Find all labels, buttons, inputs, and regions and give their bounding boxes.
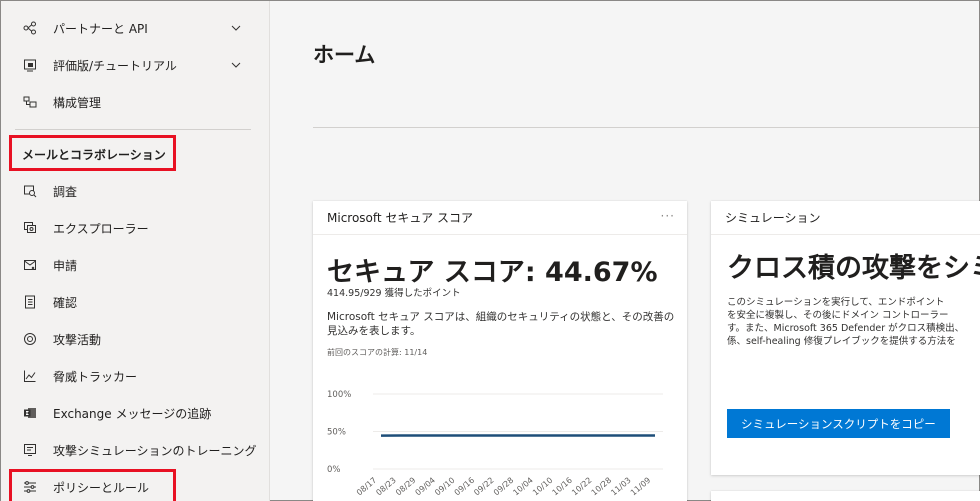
chart-x-tick-label: 10/28: [590, 476, 613, 498]
card-header: Microsoft セキュア スコア: [313, 201, 687, 235]
secure-score-points: 414.95/929 獲得したポイント: [327, 288, 461, 299]
explorer-icon: [23, 221, 37, 235]
card-header-title: シミュレーション: [725, 211, 821, 225]
sidebar-item-investigations[interactable]: 調査: [1, 176, 270, 206]
simulation-card: シミュレーション クロス積の攻撃をシミ このシミュレーションを実行して、エンドポ…: [711, 201, 980, 475]
chart-x-tick-label: 08/29: [394, 476, 417, 498]
sidebar-item-submissions[interactable]: 申請: [1, 250, 270, 280]
configuration-management-icon: [23, 95, 37, 109]
sidebar-item-configuration-management[interactable]: 構成管理: [1, 87, 270, 117]
chart-y-tick-label: 0%: [327, 465, 341, 475]
threat-tracker-icon: [23, 369, 37, 383]
chart-x-tick-label: 09/10: [433, 476, 456, 498]
sidebar-item-trial-tutorial[interactable]: 評価版/チュートリアル: [1, 50, 270, 80]
sidebar-item-campaigns[interactable]: 攻撃活動: [1, 324, 270, 354]
sidebar-item-exchange-message-trace[interactable]: Exchange メッセージの追跡: [1, 398, 270, 428]
secure-score-title: セキュア スコア: 44.67%: [327, 257, 658, 288]
chart-x-tick-label: 09/22: [472, 476, 495, 498]
sidebar-item-label: 評価版/チュートリアル: [53, 58, 177, 73]
chart-x-tick-label: 08/23: [374, 476, 397, 498]
trial-tutorial-icon: [23, 58, 37, 72]
chart-x-tick-label: 10/04: [511, 476, 534, 498]
highlight-box-section: [9, 135, 176, 171]
chart-x-tick-label: 11/03: [609, 476, 632, 498]
sidebar-item-attack-simulation-training[interactable]: 攻撃シミュレーションのトレーニング: [1, 435, 270, 465]
campaigns-icon: [23, 332, 37, 346]
chart-x-tick-label: 09/28: [492, 476, 515, 498]
chart-y-tick-label: 100%: [327, 390, 351, 400]
chart-x-tick-label: 09/16: [453, 476, 476, 498]
sidebar-item-label: 調査: [53, 184, 78, 199]
more-options-icon[interactable]: ···: [661, 209, 675, 223]
chart-x-tick-label: 10/10: [531, 476, 554, 498]
sidebar-item-label: Exchange メッセージの追跡: [53, 406, 212, 421]
secure-score-card: Microsoft セキュア スコア ··· セキュア スコア: 44.67% …: [313, 201, 687, 501]
chevron-down-icon[interactable]: [230, 59, 242, 71]
simulation-description: このシミュレーションを実行して、エンドポイント を安全に複製し、その後にドメイン…: [727, 297, 965, 347]
sidebar-item-review[interactable]: 確認: [1, 287, 270, 317]
exchange-icon: [23, 406, 37, 420]
chart-x-tick-label: 11/09: [629, 476, 652, 498]
copy-simulation-script-button[interactable]: シミュレーションスクリプトをコピー: [727, 409, 950, 438]
secure-score-last-calculated: 前回のスコアの計算: 11/14: [327, 348, 428, 357]
card-header-title: Microsoft セキュア スコア: [327, 211, 473, 225]
chart-x-tick-label: 10/16: [551, 476, 574, 498]
chart-y-tick-label: 50%: [327, 428, 346, 438]
simulation-title: クロス積の攻撃をシミ: [727, 253, 980, 284]
chevron-down-icon[interactable]: [230, 22, 242, 34]
sidebar-divider: [15, 129, 251, 130]
sidebar-item-label: 攻撃シミュレーションのトレーニング: [53, 443, 257, 458]
submissions-icon: [23, 258, 37, 272]
partner-api-icon: [23, 21, 37, 35]
chart-x-tick-label: 08/17: [355, 476, 378, 498]
sidebar-item-label: 確認: [53, 295, 78, 310]
sidebar-item-label: 脅威トラッカー: [53, 369, 138, 384]
card-header: シミュレーション: [711, 201, 980, 235]
chart-x-tick-label: 10/22: [570, 476, 593, 498]
page-title: ホーム: [313, 43, 376, 67]
sidebar: パートナーと API 評価版/チュートリアル 構成管理 メールとコラボレーション…: [1, 1, 270, 501]
sidebar-item-label: パートナーと API: [53, 21, 148, 36]
secure-score-description: Microsoft セキュア スコアは、組織のセキュリティの状態と、その改善の見…: [327, 311, 675, 337]
main-divider: [313, 127, 979, 128]
sidebar-item-label: 攻撃活動: [53, 332, 102, 347]
highlight-box-policies: [9, 469, 176, 501]
secure-score-chart: 100%50%0%08/1708/2308/2909/0409/1009/160…: [327, 390, 663, 498]
sidebar-item-partners-api[interactable]: パートナーと API: [1, 13, 270, 43]
review-icon: [23, 295, 37, 309]
sidebar-item-threat-tracker[interactable]: 脅威トラッカー: [1, 361, 270, 391]
attack-simulation-icon: [23, 443, 37, 457]
next-card: [711, 491, 980, 501]
investigations-icon: [23, 184, 37, 198]
sidebar-item-label: エクスプローラー: [53, 221, 149, 236]
sidebar-item-label: 構成管理: [53, 95, 102, 110]
sidebar-item-explorer[interactable]: エクスプローラー: [1, 213, 270, 243]
sidebar-item-label: 申請: [53, 258, 78, 273]
chart-x-tick-label: 09/04: [414, 476, 437, 498]
